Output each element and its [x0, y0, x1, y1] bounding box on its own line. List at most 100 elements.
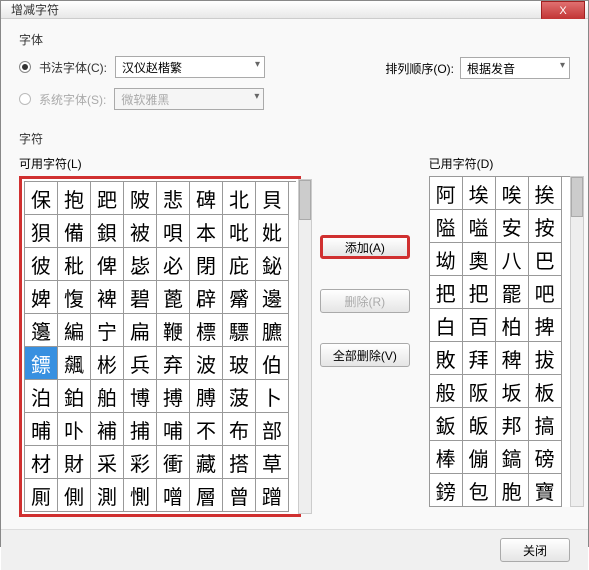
- char-cell[interactable]: 邊: [256, 281, 289, 314]
- char-cell[interactable]: 罷: [496, 276, 529, 309]
- char-cell[interactable]: 備: [58, 215, 91, 248]
- char-cell[interactable]: 部: [256, 413, 289, 446]
- char-cell[interactable]: 嗌: [463, 210, 496, 243]
- char-cell[interactable]: 泊: [25, 380, 58, 413]
- char-cell[interactable]: 鞭: [157, 314, 190, 347]
- char-cell[interactable]: 惻: [124, 479, 157, 512]
- char-cell[interactable]: 鈑: [430, 408, 463, 441]
- char-cell[interactable]: 碑: [190, 182, 223, 215]
- char-cell[interactable]: 北: [223, 182, 256, 215]
- char-cell[interactable]: 挨: [529, 177, 562, 210]
- char-cell[interactable]: 吧: [529, 276, 562, 309]
- char-cell[interactable]: 標: [190, 314, 223, 347]
- char-cell[interactable]: 必: [157, 248, 190, 281]
- char-cell[interactable]: 包: [463, 474, 496, 507]
- char-cell[interactable]: 籩: [25, 314, 58, 347]
- char-cell[interactable]: 鉑: [58, 380, 91, 413]
- char-cell[interactable]: 隘: [430, 210, 463, 243]
- close-dialog-button[interactable]: 关闭: [500, 538, 570, 562]
- used-char-grid[interactable]: 阿埃唉挨隘嗌安按坳奧八巴把把罷吧白百柏捭敗拜稗拔般阪坂板鈑皈邦搞棒傰鎬磅鎊包胞寶: [429, 176, 570, 507]
- char-cell[interactable]: 彩: [124, 446, 157, 479]
- char-cell[interactable]: 板: [529, 375, 562, 408]
- char-cell[interactable]: 吡: [223, 215, 256, 248]
- char-cell[interactable]: 晡: [25, 413, 58, 446]
- char-cell[interactable]: 邦: [496, 408, 529, 441]
- char-cell[interactable]: 卟: [58, 413, 91, 446]
- char-cell[interactable]: 層: [190, 479, 223, 512]
- system-radio[interactable]: [19, 93, 31, 105]
- char-cell[interactable]: 彼: [25, 248, 58, 281]
- char-cell[interactable]: 飆: [58, 347, 91, 380]
- char-cell[interactable]: 搭: [223, 446, 256, 479]
- char-cell[interactable]: 把: [430, 276, 463, 309]
- char-cell[interactable]: 捕: [124, 413, 157, 446]
- char-cell[interactable]: 衝: [157, 446, 190, 479]
- char-cell[interactable]: 閉: [190, 248, 223, 281]
- char-cell[interactable]: 安: [496, 210, 529, 243]
- char-cell[interactable]: 搞: [529, 408, 562, 441]
- char-cell[interactable]: 布: [223, 413, 256, 446]
- char-cell[interactable]: 材: [25, 446, 58, 479]
- char-cell[interactable]: 跁: [91, 182, 124, 215]
- char-cell[interactable]: 扁: [124, 314, 157, 347]
- calligraphy-font-dropdown[interactable]: 汉仪赵楷繁: [115, 56, 265, 78]
- char-cell[interactable]: 哺: [157, 413, 190, 446]
- char-cell[interactable]: 唉: [496, 177, 529, 210]
- char-cell[interactable]: 厠: [25, 479, 58, 512]
- char-cell[interactable]: 拜: [463, 342, 496, 375]
- char-cell[interactable]: 菠: [223, 380, 256, 413]
- available-scrollbar[interactable]: [298, 179, 312, 514]
- char-cell[interactable]: 蹭: [256, 479, 289, 512]
- add-button[interactable]: 添加(A): [320, 235, 410, 259]
- char-cell[interactable]: 搏: [157, 380, 190, 413]
- available-char-grid[interactable]: 保抱跁陂悲碑北貝狽備鋇被唄本吡妣彼秕俾毖必閉庇鉍婢愎裨碧蓖辟觱邊籩編宁扁鞭標驃臕…: [24, 181, 296, 512]
- remove-all-button[interactable]: 全部删除(V): [320, 343, 410, 367]
- char-cell[interactable]: 拔: [529, 342, 562, 375]
- char-cell[interactable]: 阪: [463, 375, 496, 408]
- scroll-thumb[interactable]: [571, 177, 583, 217]
- char-cell[interactable]: 舶: [91, 380, 124, 413]
- char-cell[interactable]: 唄: [157, 215, 190, 248]
- char-cell[interactable]: 本: [190, 215, 223, 248]
- char-cell[interactable]: 巴: [529, 243, 562, 276]
- char-cell[interactable]: 卜: [256, 380, 289, 413]
- char-cell[interactable]: 鎊: [430, 474, 463, 507]
- char-cell[interactable]: 寶: [529, 474, 562, 507]
- char-cell[interactable]: 稗: [496, 342, 529, 375]
- used-scrollbar[interactable]: [570, 176, 584, 507]
- char-cell[interactable]: 保: [25, 182, 58, 215]
- char-cell[interactable]: 柏: [496, 309, 529, 342]
- char-cell[interactable]: 皈: [463, 408, 496, 441]
- char-cell[interactable]: 俾: [91, 248, 124, 281]
- char-cell[interactable]: 波: [190, 347, 223, 380]
- char-cell[interactable]: 觱: [223, 281, 256, 314]
- char-cell[interactable]: 阿: [430, 177, 463, 210]
- char-cell[interactable]: 鉍: [256, 248, 289, 281]
- char-cell[interactable]: 般: [430, 375, 463, 408]
- char-cell[interactable]: 坳: [430, 243, 463, 276]
- char-cell[interactable]: 秕: [58, 248, 91, 281]
- char-cell[interactable]: 奧: [463, 243, 496, 276]
- char-cell[interactable]: 裨: [91, 281, 124, 314]
- char-cell[interactable]: 草: [256, 446, 289, 479]
- char-cell[interactable]: 驃: [223, 314, 256, 347]
- char-cell[interactable]: 不: [190, 413, 223, 446]
- char-cell[interactable]: 陂: [124, 182, 157, 215]
- char-cell[interactable]: 編: [58, 314, 91, 347]
- char-cell[interactable]: 敗: [430, 342, 463, 375]
- char-cell[interactable]: 百: [463, 309, 496, 342]
- char-cell[interactable]: 磅: [529, 441, 562, 474]
- char-cell[interactable]: 測: [91, 479, 124, 512]
- char-cell[interactable]: 八: [496, 243, 529, 276]
- char-cell[interactable]: 庇: [223, 248, 256, 281]
- char-cell[interactable]: 鎬: [496, 441, 529, 474]
- char-cell[interactable]: 把: [463, 276, 496, 309]
- char-cell[interactable]: 采: [91, 446, 124, 479]
- char-cell[interactable]: 宁: [91, 314, 124, 347]
- char-cell[interactable]: 鏢: [25, 347, 58, 380]
- char-cell[interactable]: 抱: [58, 182, 91, 215]
- char-cell[interactable]: 捭: [529, 309, 562, 342]
- char-cell[interactable]: 妣: [256, 215, 289, 248]
- char-cell[interactable]: 被: [124, 215, 157, 248]
- char-cell[interactable]: 辟: [190, 281, 223, 314]
